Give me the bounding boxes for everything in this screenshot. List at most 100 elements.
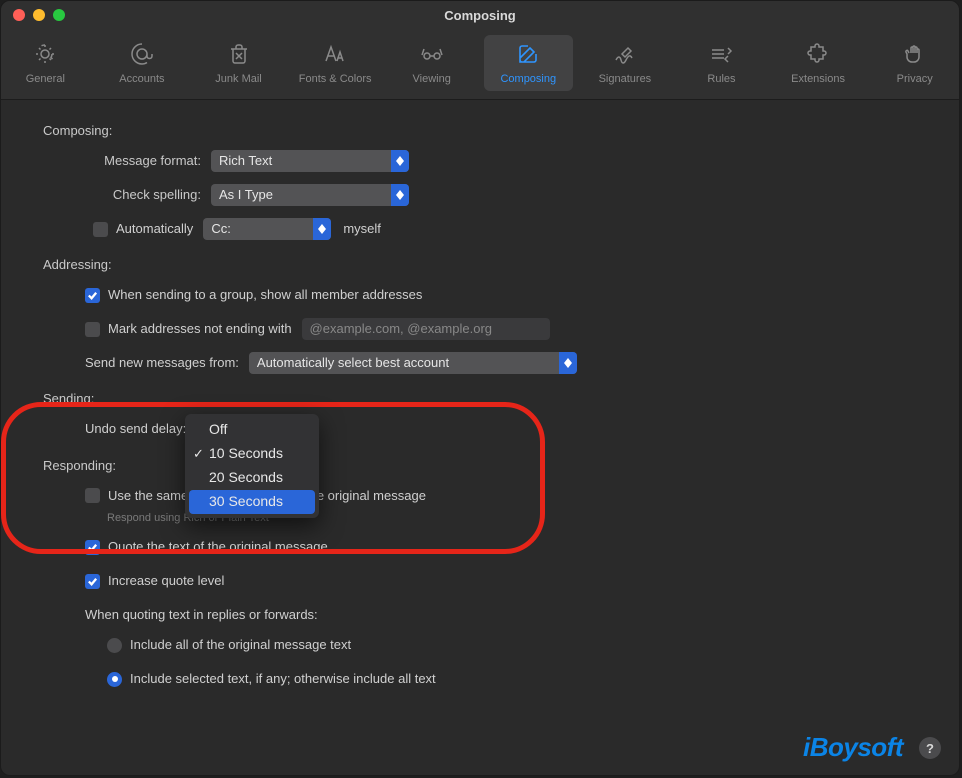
group-addresses-checkbox[interactable]: [85, 288, 100, 303]
automatically-cc-select[interactable]: Cc:: [203, 218, 331, 240]
menu-item-label: Off: [209, 420, 227, 440]
quote-original-label: Quote the text of the original message: [108, 538, 328, 556]
select-value: Automatically select best account: [257, 354, 449, 372]
preferences-window: Composing General Accounts Junk Mail Fon…: [0, 0, 960, 776]
tab-label: Junk Mail: [215, 73, 261, 85]
help-button[interactable]: ?: [919, 737, 941, 759]
signature-icon: [613, 42, 637, 69]
tab-composing[interactable]: Composing: [484, 35, 573, 91]
tab-label: Privacy: [897, 73, 933, 85]
include-selected-label: Include selected text, if any; otherwise…: [130, 670, 436, 688]
tab-signatures[interactable]: Signatures: [581, 35, 670, 91]
tab-accounts[interactable]: Accounts: [98, 35, 187, 91]
at-icon: [130, 42, 154, 69]
help-label: ?: [926, 741, 934, 756]
content-pane: Composing: Message format: Rich Text Che…: [1, 100, 959, 724]
tab-label: General: [26, 73, 65, 85]
group-addresses-row: When sending to a group, show all member…: [85, 284, 917, 306]
trash-icon: [227, 42, 251, 69]
automatically-cc-suffix: myself: [343, 220, 381, 238]
mark-addresses-checkbox[interactable]: [85, 322, 100, 337]
tab-fonts-colors[interactable]: Fonts & Colors: [291, 35, 380, 91]
hand-icon: [903, 42, 927, 69]
include-all-row: Include all of the original message text: [107, 634, 917, 656]
message-format-select[interactable]: Rich Text: [211, 150, 409, 172]
menu-item-30-seconds[interactable]: 30 Seconds: [189, 490, 315, 514]
tab-label: Extensions: [791, 73, 845, 85]
traffic-lights: [1, 9, 65, 21]
tab-label: Signatures: [599, 73, 652, 85]
send-from-label: Send new messages from:: [85, 354, 239, 372]
include-selected-row: Include selected text, if any; otherwise…: [107, 668, 917, 690]
mark-addresses-row: Mark addresses not ending with @example.…: [85, 318, 917, 340]
addressing-heading: Addressing:: [43, 256, 917, 274]
tab-label: Viewing: [413, 73, 451, 85]
tab-junk-mail[interactable]: Junk Mail: [194, 35, 283, 91]
check-spelling-select[interactable]: As I Type: [211, 184, 409, 206]
titlebar: Composing: [1, 1, 959, 29]
include-all-label: Include all of the original message text: [130, 636, 351, 654]
check-icon: ✓: [193, 445, 204, 463]
window-title: Composing: [1, 8, 959, 23]
responding-heading: Responding:: [43, 457, 917, 475]
tab-general[interactable]: General: [1, 35, 90, 91]
include-selected-radio[interactable]: [107, 672, 122, 687]
menu-item-label: 20 Seconds: [209, 468, 283, 488]
tab-label: Composing: [500, 73, 556, 85]
automatically-cc-label: Automatically: [116, 220, 193, 238]
automatically-cc-row: Automatically Cc: myself: [93, 218, 917, 240]
select-arrows-icon: [391, 184, 409, 206]
check-spelling-row: Check spelling: As I Type: [81, 184, 917, 206]
rules-icon: [709, 42, 733, 69]
tab-label: Rules: [707, 73, 735, 85]
undo-send-delay-label: Undo send delay:: [85, 420, 186, 438]
send-from-select[interactable]: Automatically select best account: [249, 352, 577, 374]
group-addresses-label: When sending to a group, show all member…: [108, 286, 422, 304]
zoom-button[interactable]: [53, 9, 65, 21]
select-arrows-icon: [391, 150, 409, 172]
tab-rules[interactable]: Rules: [677, 35, 766, 91]
menu-item-10-seconds[interactable]: ✓ 10 Seconds: [185, 442, 319, 466]
quote-original-checkbox[interactable]: [85, 540, 100, 555]
when-quoting-row: When quoting text in replies or forwards…: [85, 604, 917, 626]
select-value: As I Type: [219, 186, 273, 204]
menu-item-label: 10 Seconds: [209, 444, 283, 464]
preferences-toolbar: General Accounts Junk Mail Fonts & Color…: [1, 29, 959, 100]
mark-addresses-label: Mark addresses not ending with: [108, 320, 292, 338]
minimize-button[interactable]: [33, 9, 45, 21]
sending-heading: Sending:: [43, 390, 917, 408]
include-all-radio[interactable]: [107, 638, 122, 653]
message-format-label: Message format:: [81, 152, 211, 170]
puzzle-icon: [806, 42, 830, 69]
quote-original-row: Quote the text of the original message: [85, 536, 917, 558]
tab-label: Fonts & Colors: [299, 73, 372, 85]
menu-item-label: 30 Seconds: [209, 492, 283, 512]
menu-item-20-seconds[interactable]: 20 Seconds: [185, 466, 319, 490]
watermark: iBoysoft: [803, 732, 903, 763]
tab-extensions[interactable]: Extensions: [774, 35, 863, 91]
undo-send-delay-menu: Off ✓ 10 Seconds 20 Seconds 30 Seconds: [185, 414, 319, 518]
fonts-icon: [323, 42, 347, 69]
increase-quote-label: Increase quote level: [108, 572, 224, 590]
same-format-checkbox[interactable]: [85, 488, 100, 503]
compose-icon: [516, 42, 540, 69]
tab-privacy[interactable]: Privacy: [870, 35, 959, 91]
tab-viewing[interactable]: Viewing: [387, 35, 476, 91]
message-format-row: Message format: Rich Text: [81, 150, 917, 172]
select-value: Rich Text: [219, 152, 272, 170]
check-spelling-label: Check spelling:: [81, 186, 211, 204]
tab-label: Accounts: [119, 73, 164, 85]
select-value: Cc:: [211, 220, 231, 238]
when-quoting-label: When quoting text in replies or forwards…: [85, 606, 318, 624]
glasses-icon: [420, 42, 444, 69]
placeholder: @example.com, @example.org: [310, 320, 492, 338]
gear-icon: [33, 42, 57, 69]
close-button[interactable]: [13, 9, 25, 21]
mark-addresses-field[interactable]: @example.com, @example.org: [302, 318, 550, 340]
increase-quote-checkbox[interactable]: [85, 574, 100, 589]
select-arrows-icon: [559, 352, 577, 374]
automatically-cc-checkbox[interactable]: [93, 222, 108, 237]
composing-heading: Composing:: [43, 122, 917, 140]
menu-item-off[interactable]: Off: [185, 418, 319, 442]
send-from-row: Send new messages from: Automatically se…: [85, 352, 917, 374]
